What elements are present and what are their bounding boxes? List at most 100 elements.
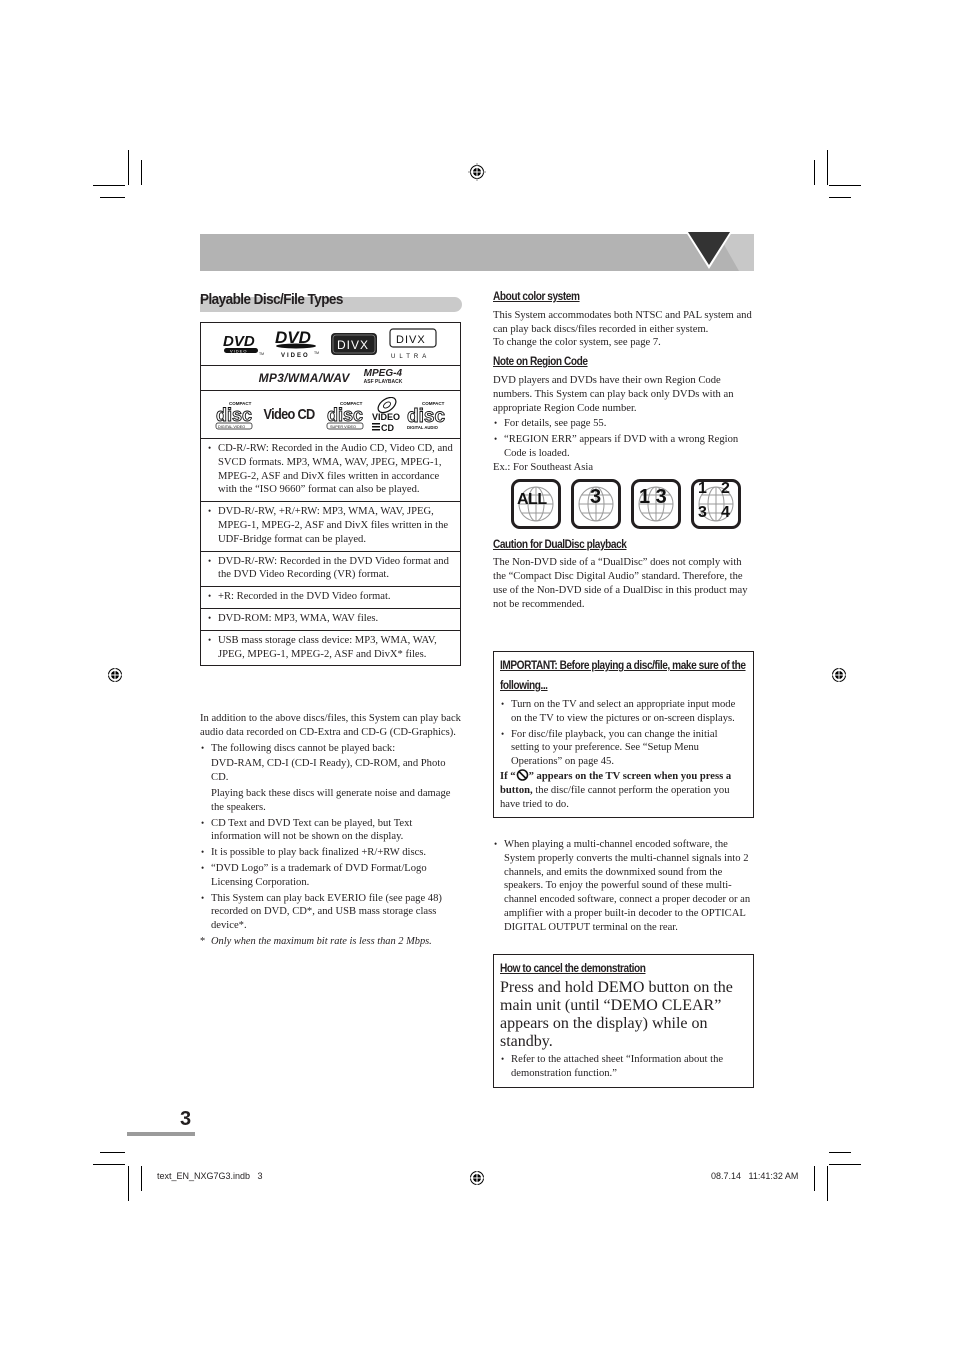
bullet: •	[201, 742, 205, 753]
multichannel-note: • When playing a multi-channel encoded so…	[493, 838, 755, 935]
crop-mark	[814, 1166, 815, 1191]
cannot-play-label: The following discs cannot be played bac…	[211, 742, 396, 754]
page-number-bar	[127, 1132, 195, 1136]
region-label: 1 3	[639, 485, 667, 508]
svg-text:disc: disc	[407, 406, 445, 427]
right-column: About color system This System accommoda…	[493, 291, 755, 612]
cannot-play-list: DVD-RAM, CD-I (CD-I Ready), CD-ROM, and …	[211, 758, 446, 784]
dvd-video-logo-icon: DVD VIDEO TM	[223, 333, 264, 356]
slug-datetime: 08.7.14 11:41:32 AM	[711, 1171, 799, 1181]
footnote-text: Only when the maximum bit rate is less t…	[211, 935, 432, 947]
disc-type-text: DVD-R/-RW, +R/+RW: MP3, WMA, WAV, JPEG, …	[218, 506, 449, 545]
crop-mark	[827, 1166, 828, 1201]
demo-box: How to cancel the demonstration Press an…	[493, 954, 754, 1088]
crop-mark	[100, 197, 125, 198]
divx-logo-icon: DIVX	[330, 333, 377, 355]
disc-type-text: DVD-R/-RW: Recorded in the DVD Video for…	[218, 555, 449, 581]
svg-text:VIDEO: VIDEO	[372, 412, 400, 422]
disc-type-text: DVD-ROM: MP3, WMA, WAV files.	[218, 612, 379, 624]
crop-mark	[829, 1152, 851, 1153]
region-code-heading: Note on Region Code	[493, 356, 588, 369]
bullet: •	[494, 839, 498, 849]
svg-text:DIGITAL VIDEO: DIGITAL VIDEO	[218, 424, 245, 428]
svg-text:VIDEO: VIDEO	[230, 348, 247, 353]
bullet: •	[201, 892, 205, 903]
note-text: This System can play back EVERIO file (s…	[211, 892, 442, 932]
prohibited-note-bold-1: If “	[500, 770, 516, 782]
demo-note: Refer to the attached sheet “Information…	[511, 1054, 724, 1079]
note-text: “DVD Logo” is a trademark of DVD Format/…	[211, 862, 427, 888]
svg-text:VIDEO: VIDEO	[281, 353, 310, 359]
svg-text:CD: CD	[381, 423, 394, 433]
disc-type-row: • +R: Recorded in the DVD Video format.	[201, 587, 460, 609]
slug-filename: text_EN_NXG7G3.indb 3	[157, 1171, 263, 1181]
svg-text:SUPER VIDEO: SUPER VIDEO	[330, 424, 356, 428]
compact-disc-super-video-logo-icon: COMPACT disc SUPER VIDEO	[326, 401, 363, 429]
crop-mark	[829, 185, 861, 186]
crop-mark	[128, 150, 129, 185]
dualdisc-heading: Caution for DualDisc playback	[493, 538, 627, 551]
region-label: ALL	[517, 490, 547, 508]
crop-mark	[829, 1164, 861, 1165]
region-code-body: DVD players and DVDs have their own Regi…	[493, 374, 734, 414]
important-item: Turn on the TV and select an appropriate…	[511, 699, 736, 724]
region-3-icon: 3	[571, 478, 621, 529]
section-title-text: Playable Disc/File Types	[200, 291, 343, 308]
disc-type-table: DVD VIDEO TM DVD VIDEO TM DIVX DIVX ULTR…	[200, 322, 461, 667]
svg-text:TM: TM	[259, 352, 264, 356]
bullet: •	[201, 847, 205, 858]
note-text: It is possible to play back finalized +R…	[211, 847, 427, 859]
mp3-wma-wav-logo: MP3/WMA/WAV	[258, 371, 350, 385]
crop-mark	[141, 1166, 142, 1191]
important-heading: IMPORTANT: Before playing a disc/file, m…	[500, 660, 746, 692]
bullet: •	[208, 555, 212, 566]
section-title: Playable Disc/File Types	[200, 291, 462, 312]
color-system-body: This System accommodates both NTSC and P…	[493, 309, 752, 335]
region-label-4: 4	[721, 503, 730, 521]
bullet: •	[208, 634, 212, 645]
region-label: 3	[590, 485, 602, 508]
bullet: •	[208, 506, 212, 517]
svg-text:DIVX: DIVX	[396, 334, 426, 346]
region-label-2: 2	[721, 479, 730, 497]
video-cd-disc-logo-icon: VIDEO CD	[371, 396, 400, 433]
svg-text:disc: disc	[216, 405, 252, 425]
region-note: “REGION ERR” appears if DVD with a wrong…	[504, 434, 739, 459]
demo-heading: How to cancel the demonstration	[500, 963, 646, 975]
color-system-body-2: To change the color system, see page 7.	[493, 337, 661, 349]
region-all-icon: ALL	[511, 478, 561, 529]
crop-mark	[827, 150, 828, 185]
disc-type-row: • USB mass storage class device: MP3, WMA…	[201, 631, 460, 666]
region-label-3: 3	[698, 503, 707, 521]
logo-row-audio-formats: MP3/WMA/WAV MPEG-4 ASF PLAYBACK	[201, 366, 460, 391]
mpeg4-logo-text: MPEG-4	[363, 368, 403, 379]
disc-type-text: CD-R/-RW: Recorded in the Audio CD, Vide…	[218, 443, 453, 496]
multichannel-text: When playing a multi-channel encoded sof…	[504, 839, 751, 933]
demo-body: Press and hold DEMO button on the main u…	[500, 979, 733, 1050]
prohibited-icon	[516, 769, 528, 781]
crop-mark	[829, 197, 851, 198]
svg-text:ULTRA: ULTRA	[391, 354, 430, 360]
bullet: •	[208, 443, 212, 453]
svg-text:DIVX: DIVX	[337, 338, 369, 352]
dvd-video-logo-icon: DVD VIDEO TM	[275, 328, 319, 359]
crop-mark	[141, 160, 142, 185]
asf-playback-text: ASF PLAYBACK	[363, 379, 403, 385]
region-1-2-3-4-icon: 1 2 3 4	[691, 478, 741, 529]
svg-text:DIGITAL AUDIO: DIGITAL AUDIO	[407, 425, 439, 430]
cannot-play-warning: Playing back these discs will generate n…	[211, 787, 451, 813]
bullet: •	[494, 418, 498, 429]
registration-mark-icon	[107, 667, 123, 683]
crop-mark	[100, 1152, 125, 1153]
region-note: For details, see page 55.	[504, 418, 607, 430]
header-band	[200, 234, 754, 271]
dualdisc-body: The Non-DVD side of a “DualDisc” does no…	[493, 557, 748, 610]
bullet: •	[201, 862, 205, 873]
logo-row-compact-disc: COMPACT disc DIGITAL VIDEO Video CD COMP…	[201, 391, 460, 439]
svg-text:TM: TM	[314, 351, 319, 355]
disc-type-text: +R: Recorded in the DVD Video format.	[218, 591, 391, 603]
disc-type-text: USB mass storage class device: MP3, WMA,…	[218, 634, 437, 660]
crop-mark	[128, 1166, 129, 1201]
page-number: 3	[180, 1108, 192, 1130]
disc-type-row: • CD-R/-RW: Recorded in the Audio CD, Vid…	[201, 439, 460, 503]
